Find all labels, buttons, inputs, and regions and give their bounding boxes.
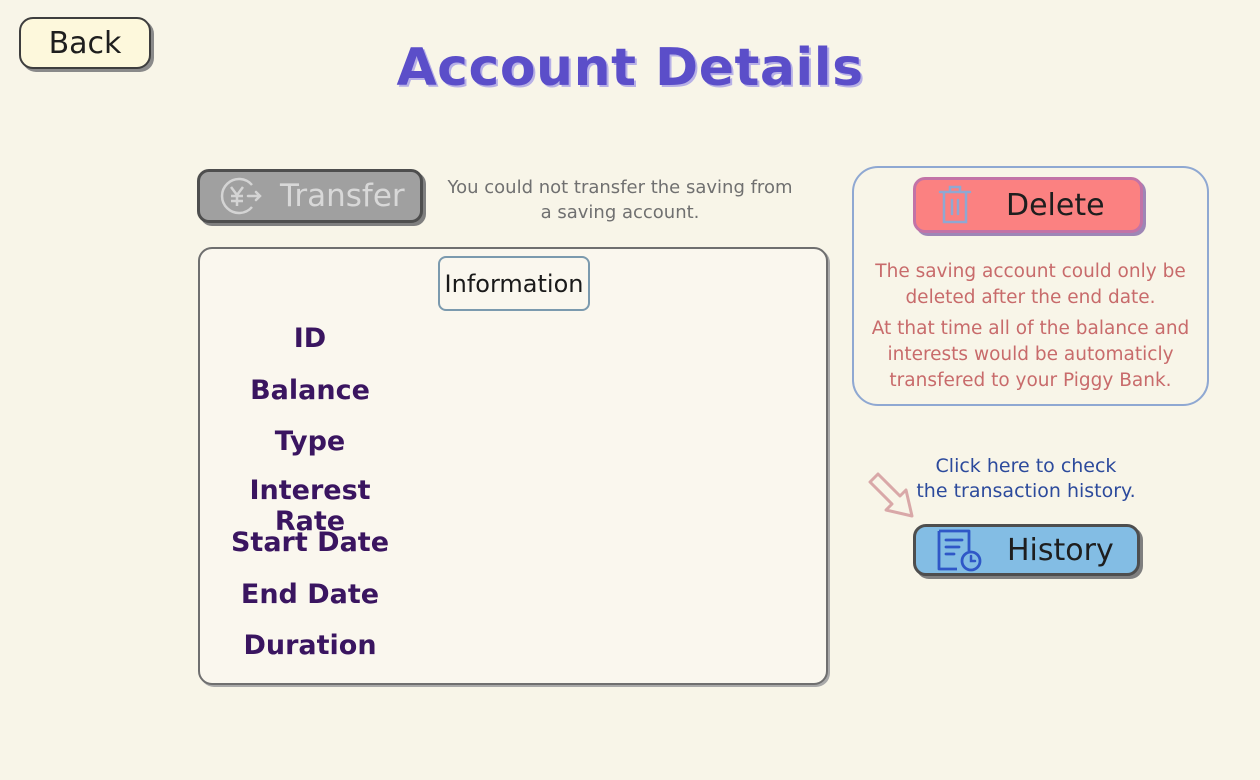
transfer-label: Transfer bbox=[280, 178, 405, 214]
history-hint-line: the transaction history. bbox=[916, 480, 1136, 502]
document-clock-icon bbox=[935, 527, 985, 573]
history-label: History bbox=[1007, 532, 1114, 568]
delete-note-line: At that time all of the balance and bbox=[871, 318, 1190, 339]
delete-note-line: transfered to your Piggy Bank. bbox=[889, 370, 1172, 391]
field-label-end-date: End Date bbox=[240, 579, 380, 610]
information-panel: Information ID Balance Type Interest Rat… bbox=[198, 247, 828, 685]
delete-note-line: interests would be automaticly bbox=[887, 344, 1174, 365]
trash-icon bbox=[936, 183, 974, 227]
field-label-start-date: Start Date bbox=[230, 527, 390, 558]
arrow-down-right-icon bbox=[866, 470, 918, 524]
transfer-note-line: You could not transfer the saving from bbox=[447, 177, 793, 198]
delete-label: Delete bbox=[1006, 187, 1105, 223]
field-label-id: ID bbox=[293, 323, 327, 354]
field-label-balance: Balance bbox=[250, 375, 370, 406]
field-label-duration: Duration bbox=[243, 630, 377, 661]
delete-note-line: deleted after the end date. bbox=[905, 287, 1156, 308]
history-button[interactable]: History bbox=[913, 524, 1140, 576]
yen-transfer-icon bbox=[216, 176, 280, 216]
transfer-button[interactable]: Transfer bbox=[197, 169, 423, 223]
transfer-note-line: a saving account. bbox=[540, 202, 700, 223]
page-title: Account Details bbox=[396, 38, 864, 98]
delete-button[interactable]: Delete bbox=[913, 177, 1143, 233]
delete-note-line: The saving account could only be bbox=[875, 261, 1186, 282]
transfer-note: You could not transfer the saving from a… bbox=[432, 175, 808, 225]
delete-panel: Delete The saving account could only be … bbox=[852, 166, 1209, 406]
field-label-type: Type bbox=[274, 426, 346, 457]
history-hint: Click here to check the transaction hist… bbox=[912, 454, 1140, 504]
history-hint-line: Click here to check bbox=[935, 455, 1117, 477]
information-tab: Information bbox=[438, 256, 590, 311]
